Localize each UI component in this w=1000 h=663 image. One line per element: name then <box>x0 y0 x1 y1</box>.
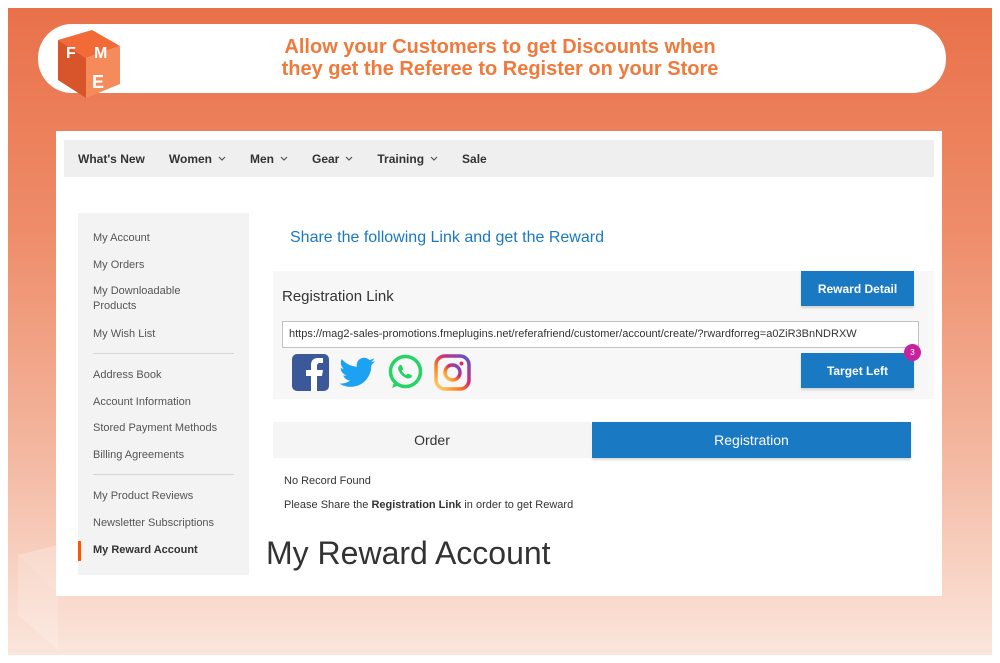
nav-item-label: Sale <box>462 151 487 166</box>
share-note-prefix: Please Share the <box>284 499 372 511</box>
sidebar-item-my-wish-list[interactable]: My Wish List <box>93 327 155 342</box>
sidebar-item-my-reward-account[interactable]: My Reward Account <box>93 543 198 558</box>
nav-item-men[interactable]: Men <box>250 152 288 166</box>
twitter-icon[interactable] <box>339 354 376 391</box>
page-title: My Reward Account <box>266 535 551 571</box>
instagram-icon[interactable] <box>434 354 471 391</box>
nav-item-training[interactable]: Training <box>377 152 438 166</box>
sidebar-item-account-information[interactable]: Account Information <box>93 395 191 410</box>
sidebar-item-my-downloadable-products[interactable]: My Downloadable Products <box>93 284 223 314</box>
active-indicator <box>78 541 81 561</box>
chevron-down-icon <box>280 156 288 161</box>
share-note-bold: Registration Link <box>371 499 462 511</box>
nav-item-label: What's New <box>78 151 145 166</box>
sidebar-item-billing-agreements[interactable]: Billing Agreements <box>93 448 184 463</box>
facebook-icon[interactable] <box>292 354 329 391</box>
tab-registration[interactable]: Registration <box>592 422 911 458</box>
whatsapp-icon[interactable] <box>387 354 424 391</box>
nav-item-label: Training <box>377 151 425 166</box>
target-left-button[interactable]: Target Left <box>801 353 914 388</box>
tab-order[interactable]: Order <box>273 422 591 458</box>
reward-detail-button[interactable]: Reward Detail <box>801 271 914 306</box>
nav-item-label: Men <box>250 151 274 166</box>
headline-line-1: Allow your Customers to get Discounts wh… <box>284 36 716 58</box>
sidebar-item-my-orders[interactable]: My Orders <box>93 258 144 273</box>
share-note: Please Share the Registration Link in or… <box>284 499 573 511</box>
no-record-message: No Record Found <box>284 475 371 487</box>
sidebar-item-address-book[interactable]: Address Book <box>93 368 161 383</box>
top-navigation: What's New Women Men Gear Training Sale <box>64 140 934 177</box>
sidebar-divider <box>93 353 234 354</box>
headline-line-2: they get the Referee to Register on your… <box>281 58 719 80</box>
nav-item-gear[interactable]: Gear <box>312 152 353 166</box>
registration-link-label: Registration Link <box>282 288 394 305</box>
share-note-suffix: in order to get Reward <box>461 499 574 511</box>
sidebar-item-my-product-reviews[interactable]: My Product Reviews <box>93 489 193 504</box>
svg-text:F: F <box>66 45 76 62</box>
share-title: Share the following Link and get the Rew… <box>290 229 604 246</box>
chevron-down-icon <box>430 156 438 161</box>
sidebar-divider <box>93 474 234 475</box>
account-sidebar: My Account My Orders My Downloadable Pro… <box>78 213 249 575</box>
nav-item-women[interactable]: Women <box>169 152 226 166</box>
nav-item-label: Women <box>168 151 212 166</box>
chevron-down-icon <box>345 156 353 161</box>
store-page-card: What's New Women Men Gear Training Sale … <box>56 131 942 596</box>
nav-item-sale[interactable]: Sale <box>462 152 487 166</box>
svg-text:M: M <box>94 45 107 62</box>
nav-item-whats-new[interactable]: What's New <box>78 152 145 166</box>
sidebar-item-stored-payment-methods[interactable]: Stored Payment Methods <box>93 421 217 436</box>
chevron-down-icon <box>218 156 226 161</box>
sidebar-item-my-account[interactable]: My Account <box>93 231 150 246</box>
promo-headline: Allow your Customers to get Discounts wh… <box>150 36 850 80</box>
registration-link-field[interactable]: https://mag2-sales-promotions.fmeplugins… <box>282 321 919 348</box>
nav-item-label: Gear <box>312 151 340 166</box>
fme-logo-icon: F M E <box>58 30 120 98</box>
sidebar-item-newsletter-subscriptions[interactable]: Newsletter Subscriptions <box>93 516 214 531</box>
svg-text:E: E <box>92 72 104 92</box>
target-left-badge: 3 <box>904 344 921 361</box>
